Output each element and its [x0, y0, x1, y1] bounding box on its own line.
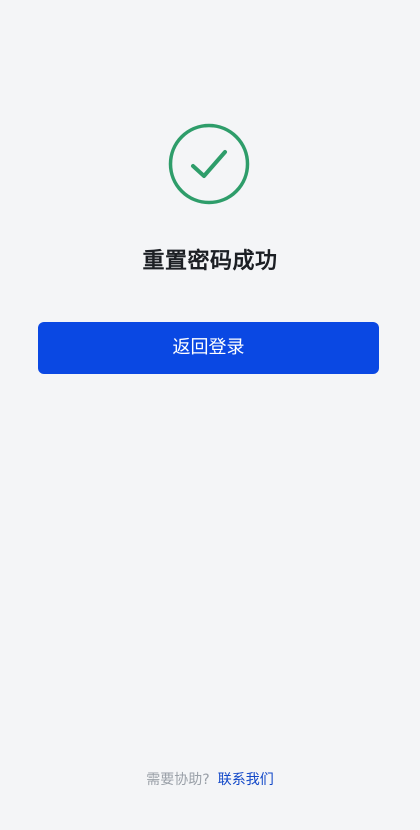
back-to-login-button[interactable]: 返回登录: [38, 322, 379, 374]
contact-us-link[interactable]: 联系我们: [218, 772, 274, 788]
check-circle-icon: [168, 123, 250, 205]
help-footer: 需要协助? 联系我们: [0, 768, 420, 792]
reset-password-success-screen: 重置密码成功 返回登录 需要协助? 联系我们: [0, 0, 420, 830]
help-text: 需要协助?: [146, 772, 210, 788]
page-title: 重置密码成功: [142, 249, 278, 274]
